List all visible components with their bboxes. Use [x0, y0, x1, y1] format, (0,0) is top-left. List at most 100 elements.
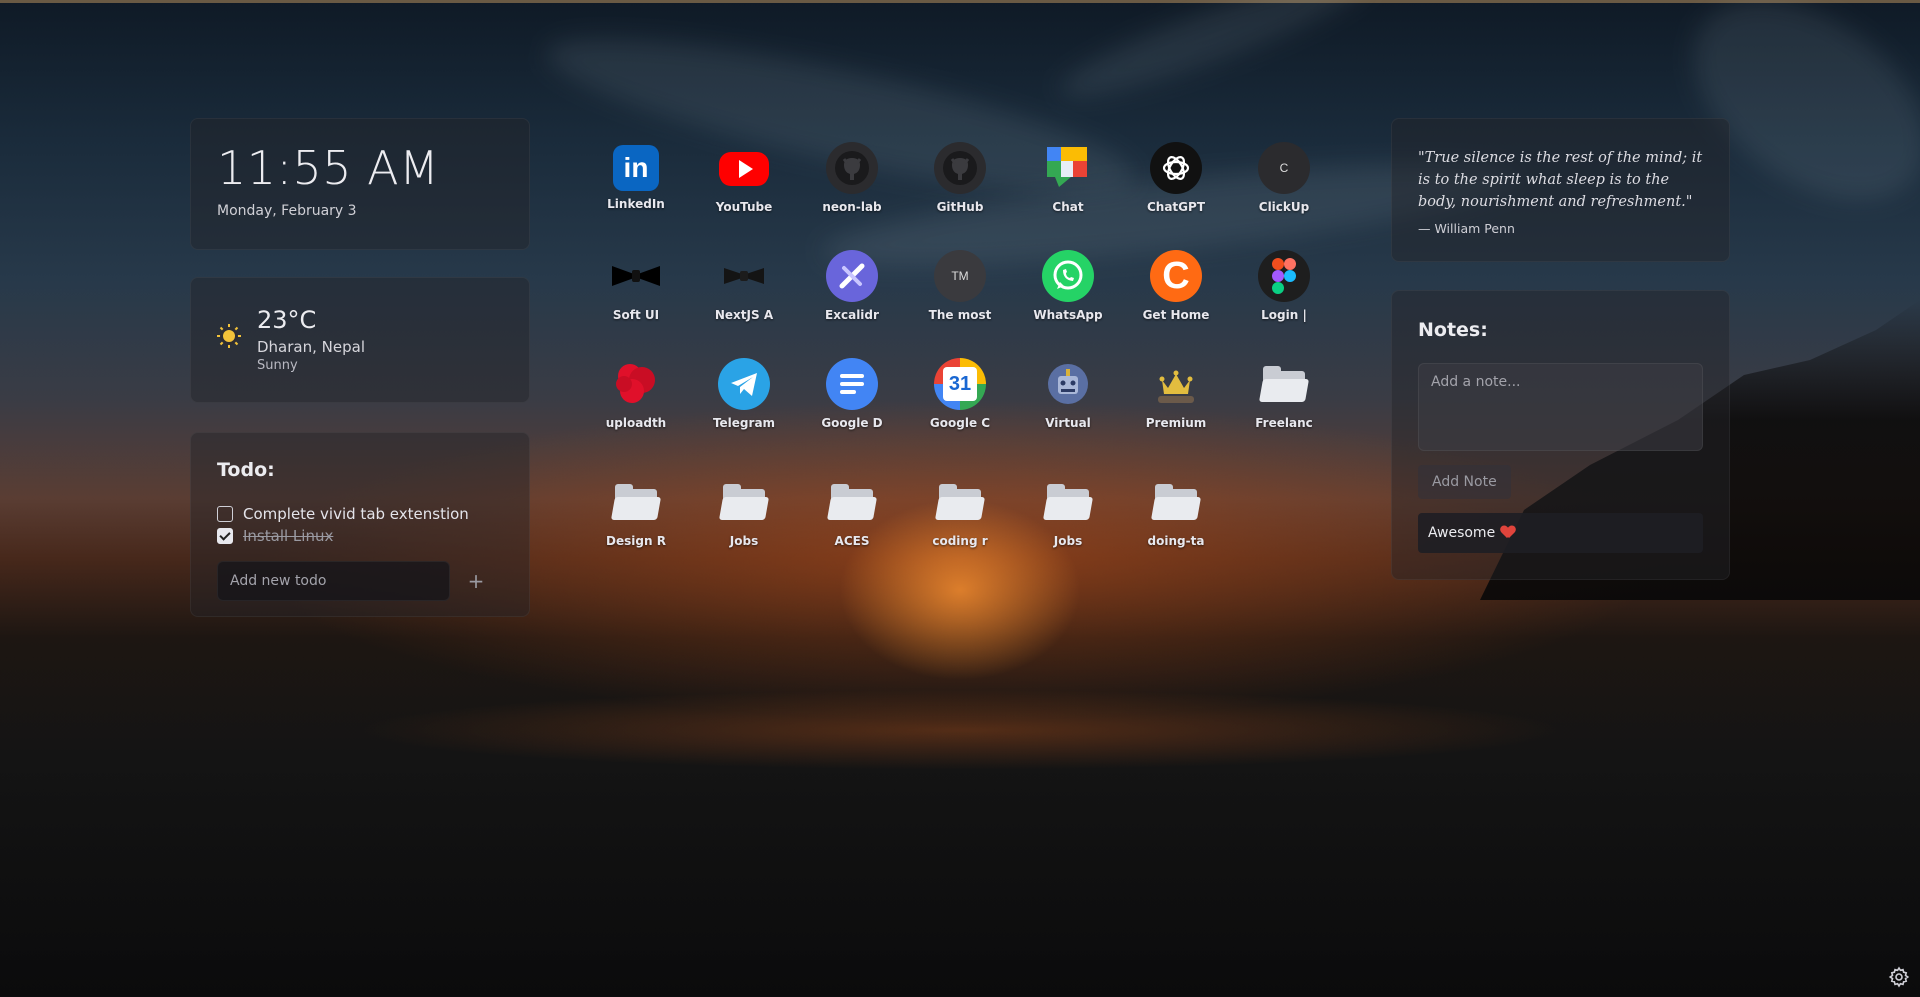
todo-item: Install Linux — [217, 525, 503, 547]
google-docs-icon — [826, 358, 878, 410]
clock-widget: 11:55 AM Monday, February 3 — [190, 118, 530, 250]
todo-checkbox[interactable] — [217, 506, 233, 522]
shortcut-premium[interactable]: Premium — [1126, 358, 1226, 430]
github-icon — [826, 142, 878, 194]
clickup-icon: C — [1258, 142, 1310, 194]
shortcut-label: neon-lab — [822, 200, 882, 214]
folder-icon — [610, 484, 662, 520]
weather-location: Dharan, Nepal — [257, 338, 365, 356]
shortcut-folder-doing-tasks[interactable]: doing-ta — [1126, 476, 1226, 548]
todo-input[interactable] — [217, 561, 450, 601]
shortcut-folder-jobs-2[interactable]: Jobs — [1018, 476, 1118, 548]
shortcut-label: Soft UI — [612, 308, 660, 322]
figma-icon — [1258, 250, 1310, 302]
shortcut-label: doing-ta — [1147, 534, 1205, 548]
whatsapp-icon — [1042, 250, 1094, 302]
todo-checkbox-checked[interactable] — [217, 528, 233, 544]
shortcut-get-home[interactable]: C Get Home — [1126, 250, 1226, 322]
shortcut-label: Jobs — [1053, 534, 1083, 548]
telegram-icon — [718, 358, 770, 410]
folder-icon — [1042, 484, 1094, 520]
shortcut-label: Freelanc — [1255, 416, 1313, 430]
shortcut-telegram[interactable]: Telegram — [694, 358, 794, 430]
get-home-icon: C — [1150, 250, 1202, 302]
shortcut-label: LinkedIn — [607, 197, 665, 211]
quote-text: "True silence is the rest of the mind; i… — [1418, 150, 1703, 210]
shortcut-folder-jobs[interactable]: Jobs — [694, 476, 794, 548]
shortcut-folder-coding[interactable]: coding r — [910, 476, 1010, 548]
uploadthing-icon — [610, 358, 662, 410]
shortcut-label: uploadth — [605, 416, 667, 430]
add-note-button[interactable]: Add Note — [1418, 465, 1511, 499]
notes-title: Notes: — [1418, 319, 1488, 341]
add-todo-button[interactable]: + — [450, 561, 502, 601]
shortcut-uploadthing[interactable]: uploadth — [586, 358, 686, 430]
shortcut-the-most[interactable]: TM The most — [910, 250, 1010, 322]
shortcut-label: Telegram — [712, 416, 776, 430]
google-calendar-icon: 31 — [934, 358, 986, 410]
note-input[interactable] — [1418, 363, 1703, 451]
clock-date: Monday, February 3 — [217, 203, 357, 219]
shortcut-google-docs[interactable]: Google D — [802, 358, 902, 430]
crown-icon — [1150, 358, 1202, 410]
shortcut-label: Excalidr — [825, 308, 879, 322]
todo-item-text: Install Linux — [243, 527, 334, 545]
weather-condition: Sunny — [257, 358, 298, 373]
shortcut-github[interactable]: GitHub — [910, 142, 1010, 214]
note-text: Awesome — [1428, 525, 1496, 541]
shortcut-label: ACES — [834, 534, 870, 548]
todo-list: Complete vivid tab extenstion Install Li… — [217, 503, 503, 547]
shortcut-whatsapp[interactable]: WhatsApp — [1018, 250, 1118, 322]
todo-widget: Todo: Complete vivid tab extenstion Inst… — [190, 432, 530, 617]
shortcut-excalidraw[interactable]: Excalidr — [802, 250, 902, 322]
github-icon — [934, 142, 986, 194]
folder-icon — [718, 484, 770, 520]
folder-icon — [1258, 366, 1310, 402]
get-home-letter: C — [1162, 254, 1190, 297]
chatgpt-icon — [1150, 142, 1202, 194]
shortcut-chatgpt[interactable]: ChatGPT — [1126, 142, 1226, 214]
shortcut-label: Design R — [606, 534, 666, 548]
shortcut-clickup[interactable]: C ClickUp — [1234, 142, 1334, 214]
bowtie-icon — [610, 250, 662, 302]
sun-icon — [217, 324, 241, 348]
note-item[interactable]: Awesome — [1418, 513, 1703, 553]
clock-time: 11:55 AM — [217, 141, 440, 195]
shortcut-label: The most — [928, 308, 992, 322]
folder-icon — [1150, 484, 1202, 520]
shortcut-login[interactable]: Login | — [1234, 250, 1334, 322]
shortcut-folder-aces[interactable]: ACES — [802, 476, 902, 548]
notes-widget: Notes: Add Note Awesome — [1391, 290, 1730, 580]
shortcut-label: WhatsApp — [1033, 308, 1103, 322]
quote-widget: "True silence is the rest of the mind; i… — [1391, 118, 1730, 262]
linkedin-icon: in — [613, 145, 659, 191]
excalidraw-icon — [826, 250, 878, 302]
shortcut-label: ChatGPT — [1146, 200, 1205, 214]
virtual-icon — [1042, 358, 1094, 410]
shortcut-neon-lab[interactable]: neon-lab — [802, 142, 902, 214]
shortcut-label: Google C — [929, 416, 991, 430]
youtube-icon — [718, 142, 770, 194]
shortcut-youtube[interactable]: YouTube — [694, 142, 794, 214]
todo-title: Todo: — [217, 459, 275, 481]
shortcut-label: Login | — [1261, 308, 1307, 322]
shortcut-chat[interactable]: Chat — [1018, 142, 1118, 214]
folder-icon — [826, 484, 878, 520]
weather-temperature: 23°C — [257, 306, 317, 334]
shortcut-label: Google D — [821, 416, 883, 430]
shortcut-virtual[interactable]: Virtual — [1018, 358, 1118, 430]
shortcut-label: YouTube — [715, 200, 773, 214]
shortcut-label: coding r — [932, 534, 988, 548]
shortcut-folder-design[interactable]: Design R — [586, 476, 686, 548]
gear-icon[interactable] — [1888, 966, 1910, 988]
top-border — [0, 0, 1920, 3]
shortcut-linkedin[interactable]: in LinkedIn — [586, 142, 686, 211]
weather-widget: 23°C Dharan, Nepal Sunny — [190, 277, 530, 403]
shortcut-nextjs[interactable]: NextJS A — [694, 250, 794, 322]
shortcut-folder-freelance[interactable]: Freelanc — [1234, 358, 1334, 430]
shortcut-soft-ui[interactable]: Soft UI — [586, 250, 686, 322]
shortcut-label: Chat — [1052, 200, 1084, 214]
shortcut-google-calendar[interactable]: 31 Google C — [910, 358, 1010, 430]
google-chat-icon — [1042, 142, 1094, 194]
shortcut-label: Premium — [1145, 416, 1207, 430]
